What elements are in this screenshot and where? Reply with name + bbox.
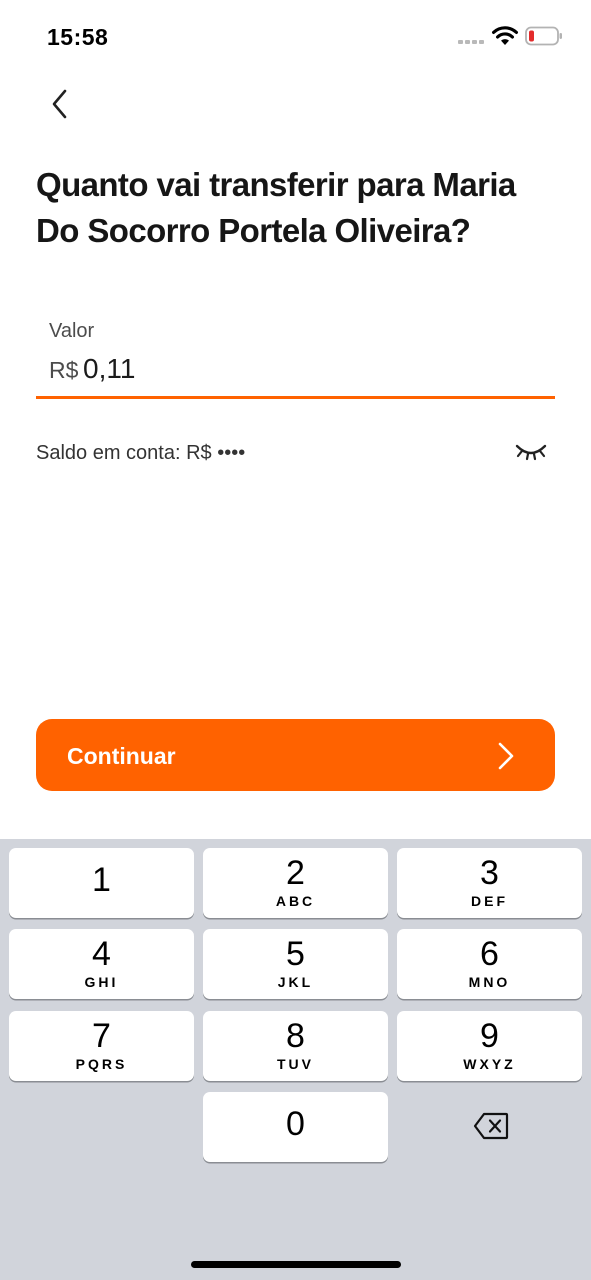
home-indicator (191, 1261, 401, 1268)
key-1[interactable]: 1 (9, 848, 194, 918)
key-4[interactable]: 4 GHI (9, 929, 194, 999)
back-button[interactable] (44, 84, 80, 124)
key-2[interactable]: 2 ABC (203, 848, 388, 918)
key-digit: 2 (286, 854, 305, 892)
battery-low-icon (525, 26, 562, 46)
balance-visibility-toggle[interactable] (513, 436, 549, 466)
key-7[interactable]: 7 PQRS (9, 1011, 194, 1081)
key-5[interactable]: 5 JKL (203, 929, 388, 999)
key-letters: JKL (277, 974, 314, 990)
page-title: Quanto vai transferir para Maria Do Soco… (36, 166, 516, 249)
key-letters: MNO (468, 974, 511, 990)
key-digit: 9 (480, 1017, 499, 1055)
amount-input[interactable]: Valor R$ 0,11 (36, 316, 555, 399)
key-digit: 4 (92, 935, 111, 973)
key-letters: DEF (471, 893, 508, 909)
status-time: 15:58 (47, 24, 109, 50)
key-letters: GHI (84, 974, 119, 990)
eye-closed-icon (515, 444, 547, 461)
key-letters: ABC (275, 893, 316, 909)
key-digit: 3 (480, 854, 499, 892)
key-3[interactable]: 3 DEF (397, 848, 582, 918)
key-letters: WXYZ (463, 1056, 516, 1072)
key-letters: PQRS (75, 1056, 128, 1072)
key-9[interactable]: 9 WXYZ (397, 1011, 582, 1081)
signal-dots-icon (458, 40, 484, 45)
wifi-icon (492, 26, 518, 45)
chevron-right-icon (498, 742, 514, 770)
amount-value[interactable]: 0,11 (83, 353, 135, 385)
key-digit: 8 (286, 1017, 305, 1055)
status-bar: 15:58 (0, 0, 591, 76)
continue-label: Continuar (67, 743, 176, 769)
key-8[interactable]: 8 TUV (203, 1011, 388, 1081)
continue-button[interactable]: Continuar (36, 719, 555, 791)
chevron-left-icon (52, 89, 67, 119)
delete-key[interactable] (397, 1092, 582, 1162)
backspace-icon (473, 1112, 509, 1140)
key-digit: 0 (286, 1105, 305, 1143)
key-digit: 1 (92, 861, 111, 899)
numeric-keypad: 1 2 ABC 3 DEF 4 GHI 5 JKL 6 MNO 7 PQRS 8… (0, 839, 591, 1280)
key-digit: 7 (92, 1017, 111, 1055)
key-digit: 5 (286, 935, 305, 973)
key-digit: 6 (480, 935, 499, 973)
balance-text: Saldo em conta: R$ •••• (36, 442, 246, 464)
key-letters: TUV (277, 1056, 314, 1072)
key-0[interactable]: 0 (203, 1092, 388, 1162)
amount-label: Valor (49, 320, 95, 342)
currency-prefix: R$ (49, 357, 79, 383)
key-6[interactable]: 6 MNO (397, 929, 582, 999)
